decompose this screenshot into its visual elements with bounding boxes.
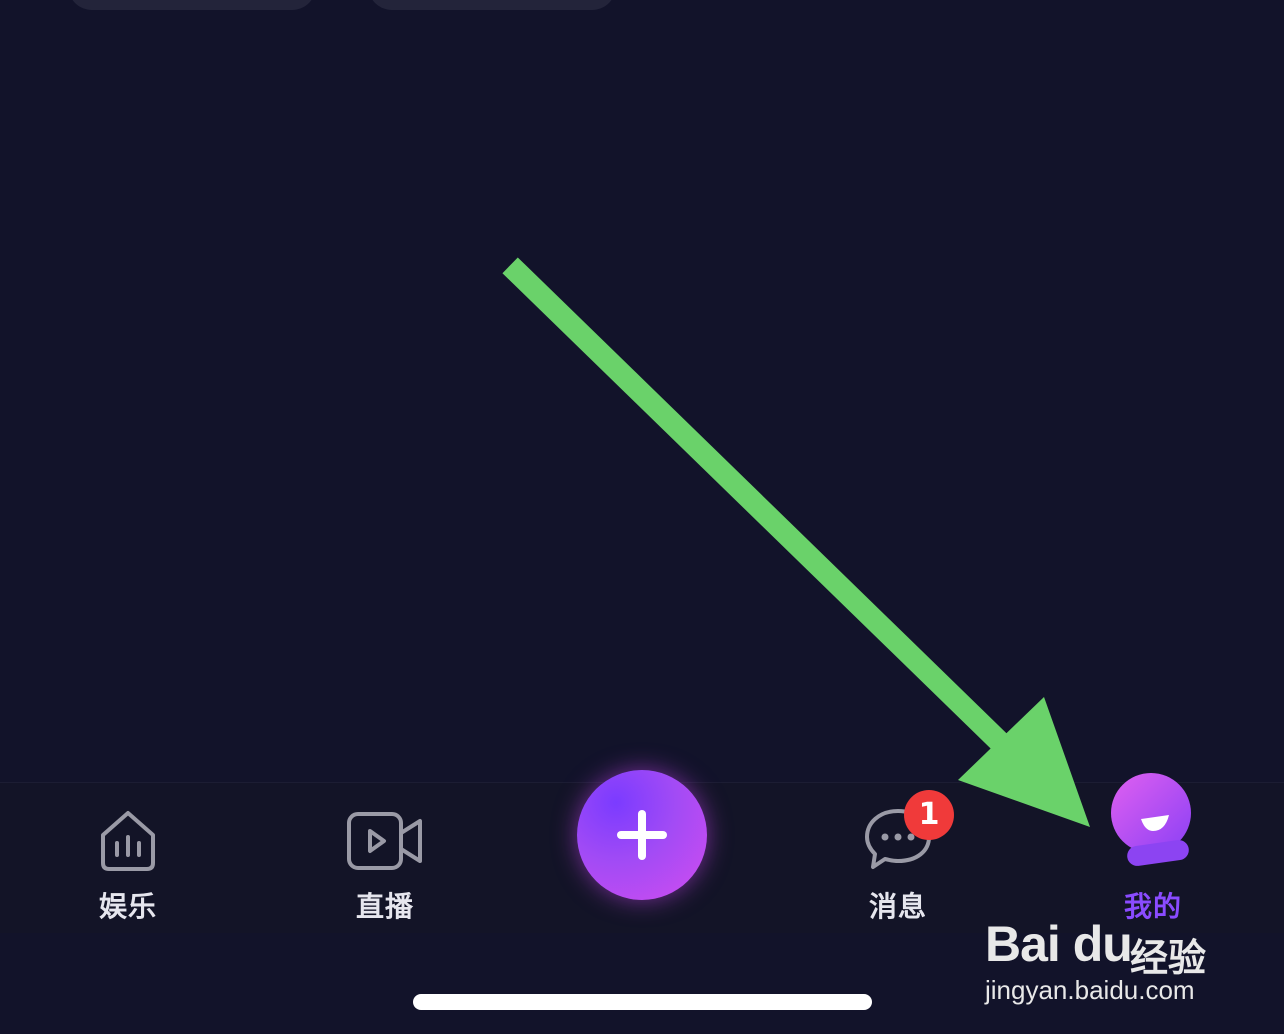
profile-mascot-icon bbox=[1111, 773, 1191, 866]
message-unread-badge: 1 bbox=[904, 790, 954, 840]
tab-messages[interactable]: 消息 bbox=[818, 783, 978, 933]
tab-label-messages: 消息 bbox=[868, 890, 927, 923]
tab-entertainment[interactable]: 娱乐 bbox=[48, 783, 208, 933]
top-chip-right[interactable] bbox=[368, 0, 616, 10]
home-icon bbox=[101, 811, 155, 871]
watermark-product: 经验 bbox=[1130, 936, 1207, 980]
tab-label-live: 直播 bbox=[355, 890, 414, 923]
tab-live[interactable]: 直播 bbox=[305, 783, 465, 933]
create-button[interactable] bbox=[577, 770, 707, 900]
plus-icon-vertical-bar bbox=[638, 810, 646, 860]
top-chip-left[interactable] bbox=[68, 0, 316, 10]
home-indicator[interactable] bbox=[413, 994, 872, 1010]
tab-label-me: 我的 bbox=[1123, 890, 1182, 923]
watermark-url: jingyan.baidu.com bbox=[985, 975, 1195, 1005]
tab-me[interactable]: 我的 bbox=[1073, 773, 1233, 933]
tab-label-entertainment: 娱乐 bbox=[98, 890, 157, 923]
video-camera-icon bbox=[347, 812, 422, 870]
